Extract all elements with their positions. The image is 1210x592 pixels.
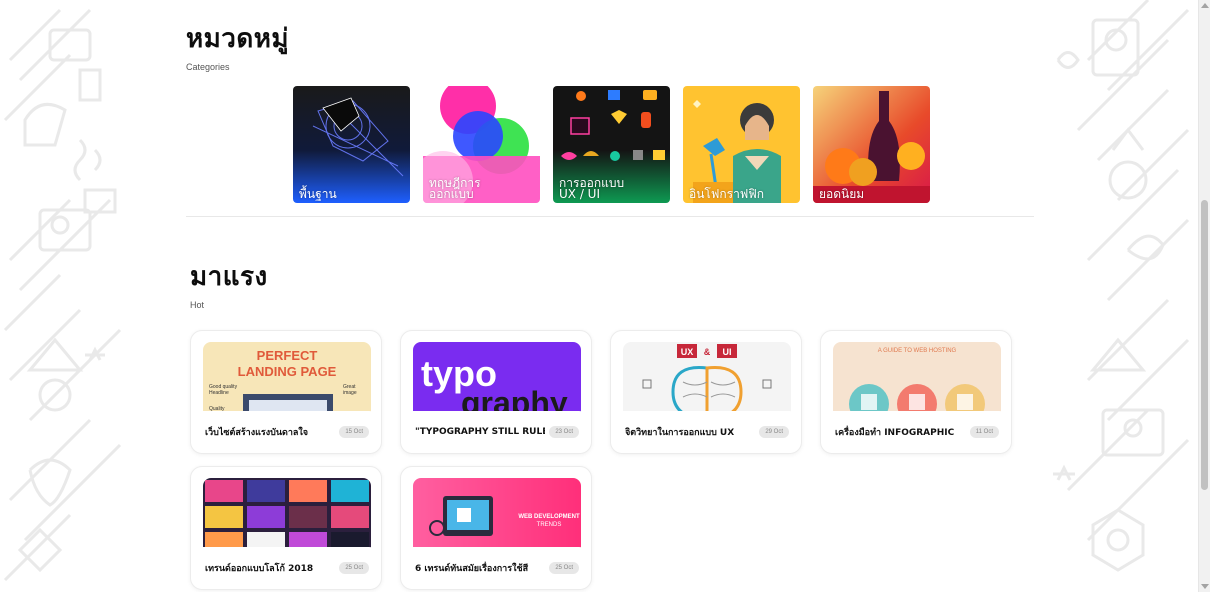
- category-card-basics[interactable]: พื้นฐาน: [293, 86, 410, 203]
- post-date-badge: 25 Oct: [339, 562, 369, 574]
- categories-subtitle: Categories: [186, 62, 230, 72]
- category-card-infographic[interactable]: อินโฟกราฟฟิก: [683, 86, 800, 203]
- category-list: พื้นฐาน ทฤษฎีการ ออกแบบ การออกแบบ UX / U…: [293, 86, 930, 203]
- category-label: อินโฟกราฟฟิก: [689, 187, 765, 201]
- post-title[interactable]: จิตวิทยาในการออกแบบ UX: [625, 425, 755, 439]
- post-thumbnail: PERFECT LANDING PAGE Good quality Headli…: [203, 342, 371, 420]
- category-label: ยอดนิยม: [819, 187, 865, 201]
- svg-text:WEB DEVELOPMENT: WEB DEVELOPMENT: [518, 514, 580, 520]
- post-meta: เว็บไซต์สร้างแรงบันดาลใจ 15 Oct: [191, 411, 381, 453]
- post-thumbnail: WEB DEVELOPMENT TRENDS: [413, 478, 581, 556]
- svg-text:&: &: [704, 347, 711, 357]
- post-title[interactable]: "TYPOGRAPHY STILL RULES": [415, 427, 545, 437]
- svg-text:TRENDS: TRENDS: [537, 522, 562, 528]
- background-doodles-right: [1048, 0, 1198, 592]
- svg-text:UI: UI: [723, 347, 732, 357]
- post-date-badge: 11 Oct: [969, 426, 999, 438]
- category-label: ทฤษฎีการ ออกแบบ: [429, 176, 481, 201]
- svg-text:LANDING PAGE: LANDING PAGE: [238, 364, 337, 379]
- post-card[interactable]: เทรนด์ออกแบบโลโก้ 2018 25 Oct: [190, 466, 382, 590]
- category-card-popular[interactable]: ยอดนิยม: [813, 86, 930, 203]
- basics-thumbnail: [293, 86, 410, 203]
- post-date-badge: 15 Oct: [339, 426, 369, 438]
- post-card[interactable]: PERFECT LANDING PAGE Good quality Headli…: [190, 330, 382, 454]
- scroll-down-arrow-icon[interactable]: [1201, 584, 1209, 589]
- categories-header: หมวดหมู่ Categories: [186, 18, 289, 72]
- categories-title: หมวดหมู่: [186, 24, 290, 54]
- post-thumbnail: UX & UI: [623, 342, 791, 420]
- post-title[interactable]: เครื่องมือทำ INFOGRAPHIC: [835, 425, 966, 439]
- post-thumbnail: typo graphy: [413, 342, 581, 420]
- category-label: การออกแบบ UX / UI: [559, 176, 625, 201]
- category-label: พื้นฐาน: [299, 187, 337, 201]
- post-thumbnail: A GUIDE TO WEB HOSTING: [833, 342, 1001, 420]
- hot-title: มาแรง: [190, 262, 268, 292]
- svg-text:image: image: [343, 390, 357, 396]
- category-card-ux-ui[interactable]: การออกแบบ UX / UI: [553, 86, 670, 203]
- hot-subtitle: Hot: [190, 300, 205, 310]
- post-card[interactable]: A GUIDE TO WEB HOSTING เครื่องมือทำ INFO…: [820, 330, 1012, 454]
- post-date-badge: 23 Oct: [549, 426, 579, 438]
- post-meta: 6 เทรนด์ทันสมัยเรื่องการใช้สี 25 Oct: [401, 547, 591, 589]
- post-meta: "TYPOGRAPHY STILL RULES" 23 Oct: [401, 411, 591, 453]
- post-title[interactable]: เทรนด์ออกแบบโลโก้ 2018: [205, 561, 335, 575]
- post-card[interactable]: WEB DEVELOPMENT TRENDS 6 เทรนด์ทันสมัยเร…: [400, 466, 592, 590]
- section-divider: [186, 216, 1034, 217]
- page-scrollbar[interactable]: [1198, 0, 1210, 592]
- svg-text:A GUIDE TO WEB HOSTING: A GUIDE TO WEB HOSTING: [878, 348, 957, 354]
- hot-header: มาแรง Hot: [190, 256, 268, 310]
- post-date-badge: 25 Oct: [549, 562, 579, 574]
- category-card-design-theory[interactable]: ทฤษฎีการ ออกแบบ: [423, 86, 540, 203]
- infographic-thumbnail: [683, 86, 800, 203]
- popular-thumbnail: [813, 86, 930, 203]
- post-title[interactable]: เว็บไซต์สร้างแรงบันดาลใจ: [205, 425, 335, 439]
- main-content: หมวดหมู่ Categories พื้นฐาน ทฤษฎีการ ออก…: [186, 0, 1034, 592]
- scrollbar-thumb[interactable]: [1201, 200, 1208, 490]
- post-meta: เทรนด์ออกแบบโลโก้ 2018 25 Oct: [191, 547, 381, 589]
- svg-text:Headline: Headline: [209, 390, 229, 396]
- svg-text:PERFECT: PERFECT: [257, 348, 318, 363]
- background-doodles-left: [0, 0, 150, 592]
- post-title[interactable]: 6 เทรนด์ทันสมัยเรื่องการใช้สี: [415, 561, 545, 575]
- post-meta: จิตวิทยาในการออกแบบ UX 29 Oct: [611, 411, 801, 453]
- scroll-up-arrow-icon[interactable]: [1201, 3, 1209, 8]
- post-date-badge: 29 Oct: [759, 426, 789, 438]
- post-card[interactable]: UX & UI จิตวิทยาในการออกแบบ UX 29 Oct: [610, 330, 802, 454]
- svg-text:UX: UX: [681, 347, 694, 357]
- post-meta: เครื่องมือทำ INFOGRAPHIC 11 Oct: [821, 411, 1011, 453]
- post-card[interactable]: typo graphy "TYPOGRAPHY STILL RULES" 23 …: [400, 330, 592, 454]
- post-thumbnail: [203, 478, 371, 556]
